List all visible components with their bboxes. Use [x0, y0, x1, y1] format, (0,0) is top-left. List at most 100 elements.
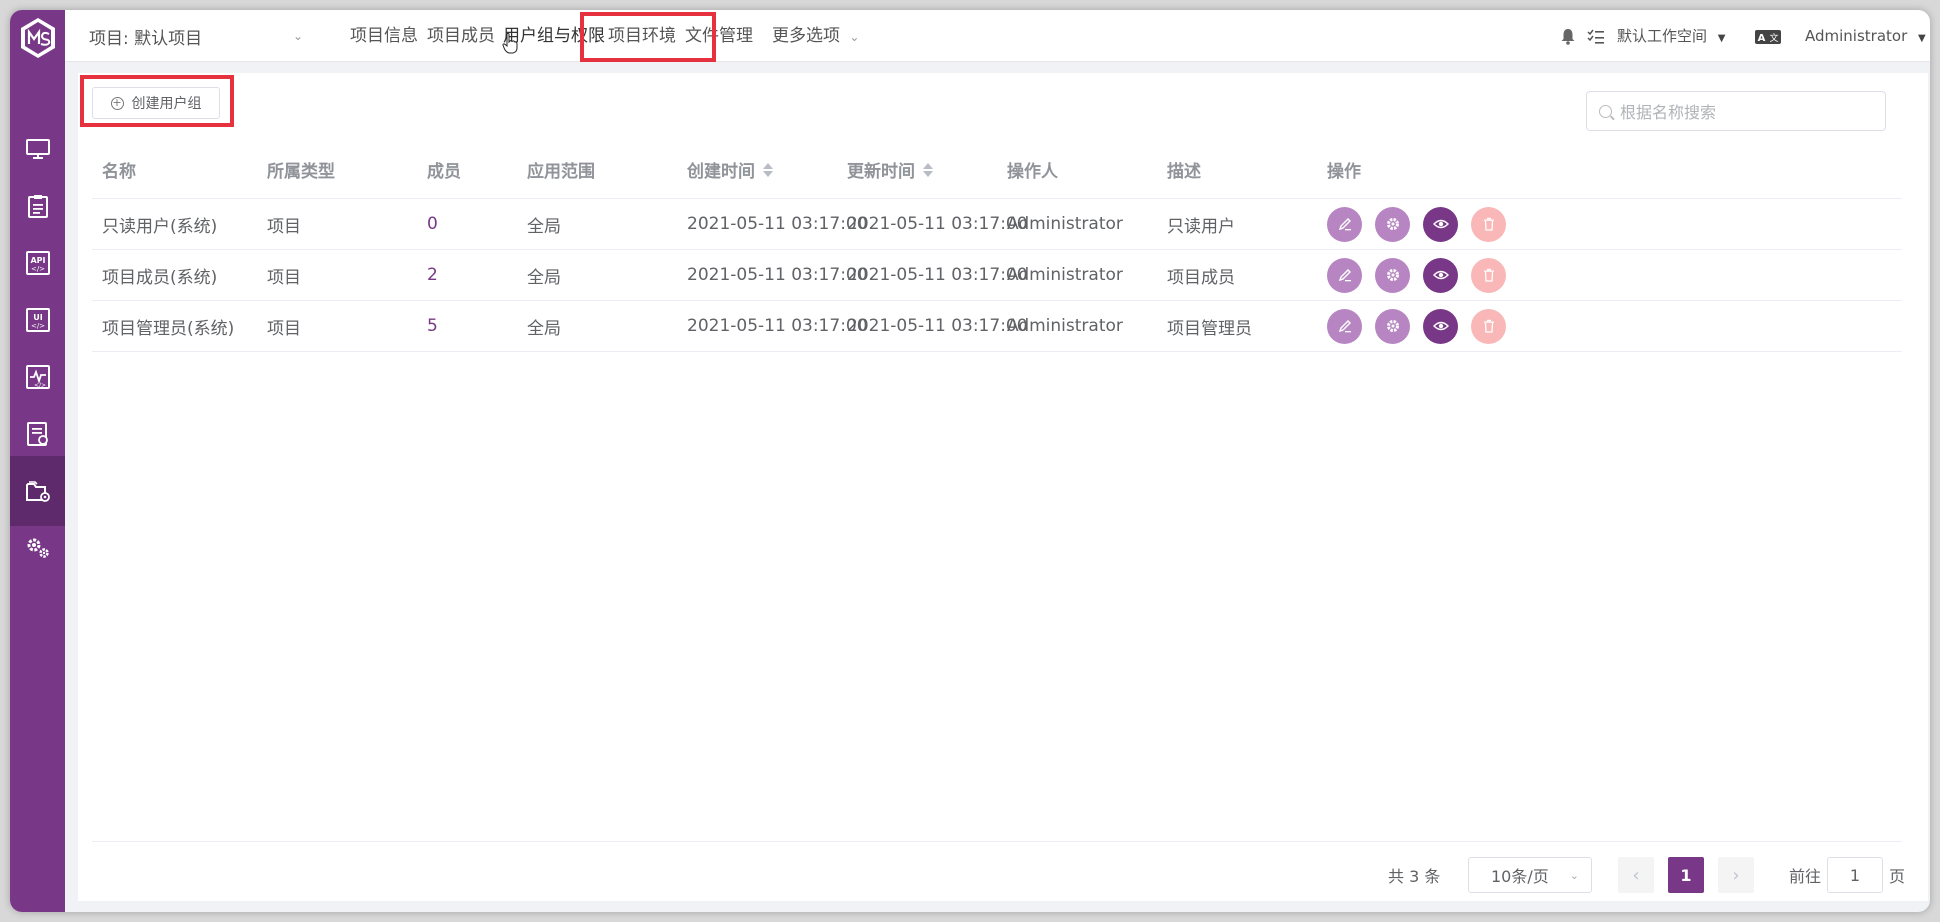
cell-description: 只读用户	[1167, 216, 1235, 237]
row-actions	[1327, 250, 1506, 300]
tab-more-options[interactable]: 更多选项 ⌄	[772, 10, 859, 62]
pencil-icon	[1338, 269, 1351, 282]
more-options-label: 更多选项	[772, 26, 840, 46]
header-created[interactable]: 创建时间	[687, 141, 773, 198]
cell-members[interactable]: 0	[427, 199, 438, 249]
header-updated[interactable]: 更新时间	[847, 141, 933, 198]
cell-scope: 全局	[527, 216, 561, 237]
header-scope: 应用范围	[527, 162, 595, 182]
task-list-icon[interactable]	[1587, 29, 1605, 45]
caret-down-icon: ▼	[1918, 33, 1926, 44]
next-page-button[interactable]: ›	[1718, 857, 1754, 893]
sort-icon[interactable]	[763, 162, 773, 177]
pencil-icon	[1338, 218, 1351, 231]
table-row: 项目管理员(系统) 项目 5 全局 2021-05-11 03:17:00 20…	[92, 301, 1902, 352]
cell-name: 项目管理员(系统)	[102, 318, 235, 339]
svg-text:A: A	[1758, 33, 1766, 44]
metersphere-logo-icon[interactable]	[18, 16, 58, 60]
prev-page-button[interactable]: ‹	[1618, 857, 1654, 893]
cell-type: 项目	[267, 267, 301, 288]
tab-project-info[interactable]: 项目信息	[350, 10, 418, 62]
search-input[interactable]: 根据名称搜索	[1586, 91, 1886, 131]
delete-button[interactable]	[1471, 206, 1506, 242]
permission-settings-button[interactable]	[1375, 206, 1410, 242]
cell-members[interactable]: 2	[427, 250, 438, 300]
main-panel: + 创建用户组 根据名称搜索 名称 所属类型 成员 应用范围 创建时间 更新时间	[78, 73, 1928, 901]
trash-icon	[1483, 217, 1494, 231]
gear-icon	[1386, 269, 1399, 281]
language-icon[interactable]: A文	[1755, 30, 1781, 44]
svg-text:</>: </>	[30, 322, 44, 330]
header-name: 名称	[102, 162, 136, 182]
svg-text:UI: UI	[33, 313, 42, 322]
folder-settings-icon	[25, 481, 50, 502]
cell-created: 2021-05-11 03:17:00	[687, 265, 868, 285]
cell-updated: 2021-05-11 03:17:00	[847, 214, 1028, 234]
svg-text:</>: </>	[33, 382, 45, 389]
delete-button[interactable]	[1471, 257, 1506, 293]
edit-button[interactable]	[1327, 308, 1362, 344]
row-actions	[1327, 301, 1506, 351]
performance-icon: </>	[25, 365, 50, 389]
search-icon	[1599, 104, 1612, 118]
permission-settings-button[interactable]	[1375, 257, 1410, 293]
cell-description: 项目管理员	[1167, 318, 1252, 339]
header-created-label: 创建时间	[687, 162, 755, 182]
permission-settings-button[interactable]	[1375, 308, 1410, 344]
user-menu[interactable]: Administrator ▼	[1805, 10, 1926, 62]
page-number-button[interactable]: 1	[1668, 857, 1704, 893]
hand-cursor-icon	[502, 32, 518, 54]
highlight-box	[80, 75, 234, 127]
top-navbar: 项目: 默认项目 ⌄ 项目信息 项目成员 用户组与权限 项目环境 文件管理 更多…	[65, 10, 1930, 62]
app-window: API </> UI </> </> 项目: 默认项目 ⌄ 项目信息 项目成员 用户…	[10, 10, 1930, 912]
cell-type: 项目	[267, 318, 301, 339]
page-size-select[interactable]: 10条/页 ⌄	[1468, 857, 1592, 893]
workspace-switcher[interactable]: 默认工作空间 ▼	[1617, 10, 1726, 62]
view-members-button[interactable]	[1423, 257, 1458, 293]
table-footer-divider	[92, 841, 1902, 842]
workspace-label: 默认工作空间	[1617, 27, 1708, 45]
api-icon: API</>	[25, 251, 50, 275]
cell-updated: 2021-05-11 03:17:00	[847, 316, 1028, 336]
edit-button[interactable]	[1327, 206, 1362, 242]
chevron-down-icon: ⌄	[1569, 868, 1579, 882]
cell-operator: Administrator	[1007, 265, 1123, 285]
cell-scope: 全局	[527, 318, 561, 339]
cell-members[interactable]: 5	[427, 301, 438, 351]
cell-updated: 2021-05-11 03:17:00	[847, 265, 1028, 285]
monitor-icon	[25, 139, 50, 159]
goto-suffix: 页	[1889, 867, 1906, 886]
pencil-icon	[1338, 320, 1351, 333]
tab-project-members[interactable]: 项目成员	[427, 10, 495, 62]
highlight-box	[580, 12, 716, 62]
project-switcher[interactable]: 项目: 默认项目 ⌄	[89, 24, 317, 49]
sort-icon[interactable]	[923, 162, 933, 177]
cell-created: 2021-05-11 03:17:00	[687, 316, 868, 336]
header-operator: 操作人	[1007, 162, 1058, 182]
gear-icon	[1386, 320, 1399, 332]
table-row: 项目成员(系统) 项目 2 全局 2021-05-11 03:17:00 202…	[92, 250, 1902, 301]
goto-prefix: 前往	[1789, 867, 1822, 886]
eye-icon	[1432, 219, 1449, 229]
delete-button[interactable]	[1471, 308, 1506, 344]
user-name: Administrator	[1805, 27, 1908, 45]
svg-text:文: 文	[1769, 32, 1778, 44]
view-members-button[interactable]	[1423, 308, 1458, 344]
goto-page: 前往 1 页	[1789, 857, 1905, 893]
trash-icon	[1483, 319, 1494, 333]
bell-icon[interactable]	[1560, 28, 1576, 45]
caret-down-icon: ▼	[1717, 33, 1726, 44]
chevron-down-icon: ⌄	[849, 30, 860, 44]
trash-icon	[1483, 268, 1494, 282]
page-size-box[interactable]: 10条/页 ⌄	[1468, 857, 1592, 893]
edit-button[interactable]	[1327, 257, 1362, 293]
cell-description: 项目成员	[1167, 267, 1235, 288]
gears-icon	[27, 538, 49, 558]
goto-page-input[interactable]: 1	[1827, 857, 1884, 893]
cell-name: 只读用户(系统)	[102, 216, 218, 237]
chevron-down-icon: ⌄	[292, 29, 303, 43]
sidebar-item-settings[interactable]	[10, 513, 65, 583]
header-actions: 操作	[1327, 162, 1361, 182]
report-icon	[26, 422, 48, 446]
view-members-button[interactable]	[1423, 206, 1458, 242]
